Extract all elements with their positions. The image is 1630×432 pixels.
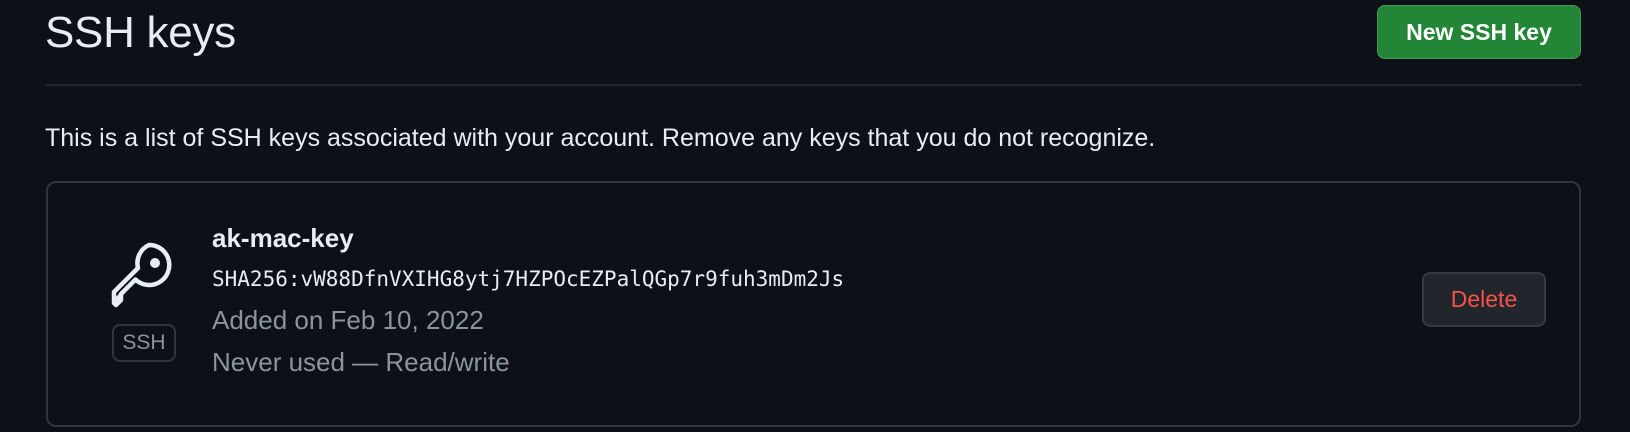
intro-text: This is a list of SSH keys associated wi…	[45, 124, 1156, 152]
new-ssh-key-button[interactable]: New SSH key	[1377, 5, 1581, 59]
key-usage-status: Never used — Read/write	[212, 347, 510, 377]
key-title: ak-mac-key	[212, 223, 354, 253]
key-type-badge: SSH	[112, 324, 176, 362]
key-fingerprint: SHA256:vW88DfnVXIHG8ytj7HZPOcEZPalQGp7r9…	[212, 267, 845, 291]
delete-key-button[interactable]: Delete	[1422, 272, 1546, 327]
ssh-keys-page: SSH keys New SSH key This is a list of S…	[0, 0, 1630, 432]
key-added-date: Added on Feb 10, 2022	[212, 305, 484, 335]
ssh-key-item: SSH ak-mac-key SHA256:vW88DfnVXIHG8ytj7H…	[46, 181, 1581, 427]
page-header: SSH keys New SSH key	[45, 0, 1582, 86]
page-title: SSH keys	[45, 8, 236, 57]
key-icon	[111, 242, 172, 308]
